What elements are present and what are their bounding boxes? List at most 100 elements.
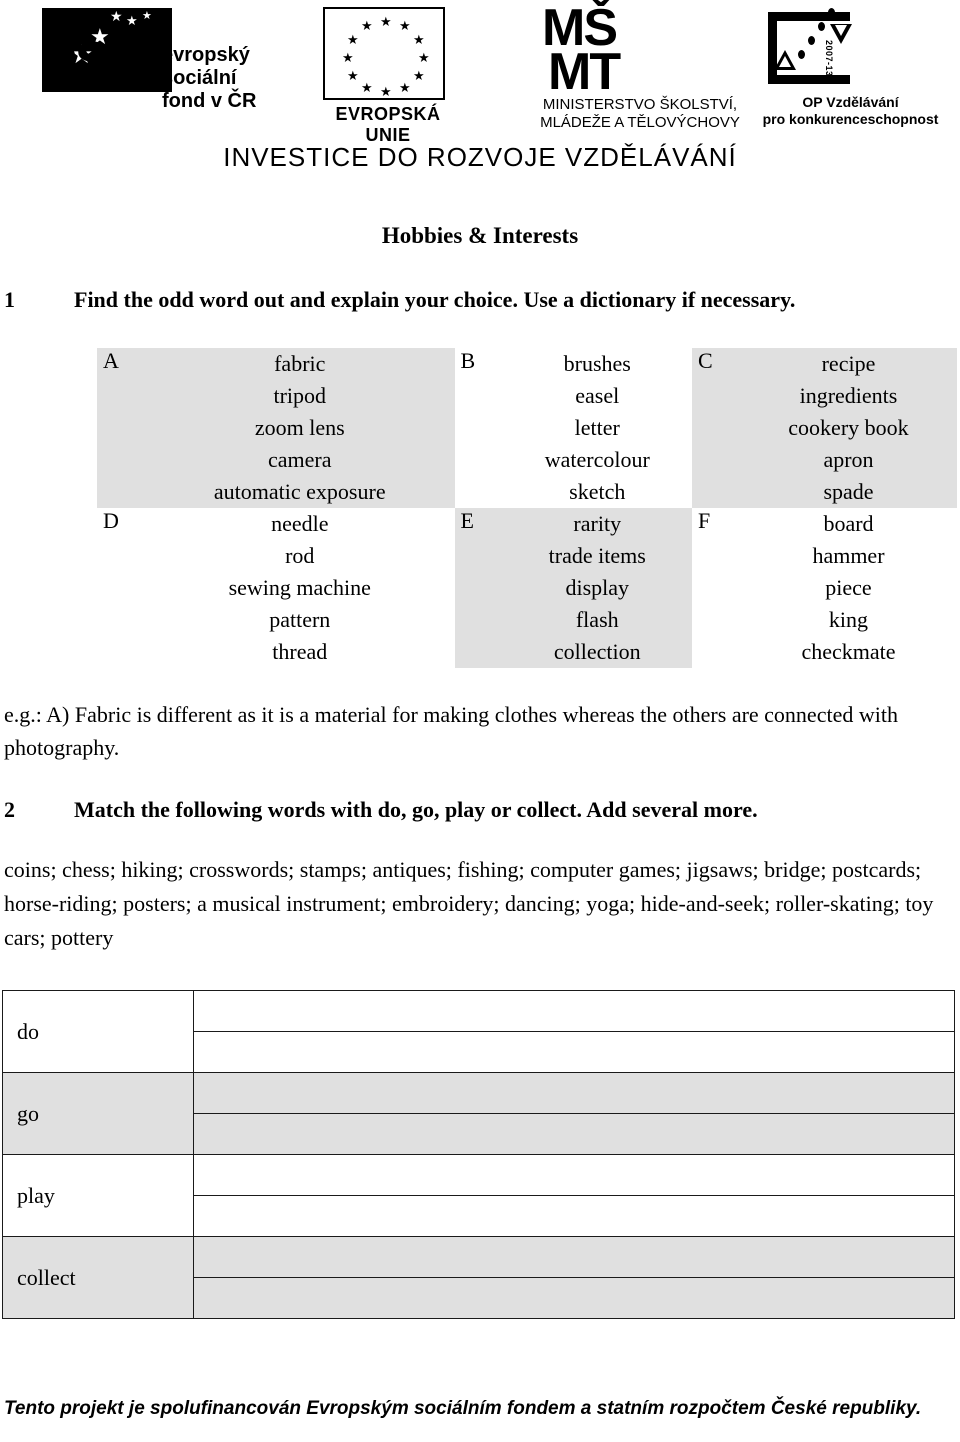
word-item: watercolour	[544, 447, 650, 472]
group-words-f: board hammer piece king checkmate	[740, 508, 957, 668]
exercise-2-word-list: coins; chess; hiking; crosswords; stamps…	[4, 857, 934, 950]
opvk-caption: OP Vzdělávání pro konkurenceschopnost	[762, 94, 939, 127]
word-item: ingredients	[799, 383, 898, 408]
exercise-2-number: 2	[4, 797, 15, 822]
eu-star-icon: ★	[399, 18, 411, 33]
exercise-1-heading: 1 Find the odd word out and explain your …	[4, 287, 956, 313]
word-item: needle	[271, 511, 329, 536]
group-words-a: fabric tripod zoom lens camera automatic…	[145, 348, 455, 508]
word-item: collection	[553, 639, 641, 664]
answer-row-label-do: do	[2, 990, 194, 1073]
word-item: display	[565, 575, 630, 600]
word-item: hammer	[812, 543, 885, 568]
eu-star-icon: ★	[361, 80, 373, 95]
eu-star-icon: ★	[361, 18, 373, 33]
answer-blank-cell[interactable]	[193, 1195, 955, 1237]
answer-blank-cell[interactable]	[193, 1277, 955, 1319]
word-item: spade	[823, 479, 874, 504]
table-row: go	[2, 1072, 955, 1155]
table-row: play	[2, 1154, 955, 1237]
answer-row-label-go: go	[2, 1072, 194, 1155]
header-logo-band: ★ ★ ★ ★ ★ esf evropský sociální fond v Č…	[0, 0, 960, 145]
group-label-a: A	[97, 348, 145, 508]
word-item: rarity	[573, 511, 622, 536]
msmt-monogram-line2: MT	[548, 43, 621, 101]
group-label-f: F	[697, 508, 711, 533]
answer-blank-cell[interactable]	[193, 1236, 955, 1278]
msmt-logo: MŠ MT MINISTERSTVO ŠKOLSTVÍ, MLÁDEŽE A T…	[520, 2, 760, 132]
word-item: piece	[825, 575, 872, 600]
group-words-e: rarity trade items display flash collect…	[502, 508, 692, 668]
word-item: sketch	[569, 479, 626, 504]
opvk-year-label: 2007-13	[824, 40, 834, 77]
eu-star-icon: ★	[399, 80, 411, 95]
group-label-e: E	[454, 508, 503, 668]
word-item: recipe	[821, 351, 876, 376]
table-row: A fabric tripod zoom lens camera automat…	[97, 348, 957, 508]
word-item: flash	[575, 607, 619, 632]
eu-flag-icon: ★ ★ ★ ★ ★ ★ ★ ★ ★ ★ ★ ★	[323, 7, 445, 100]
word-item: automatic exposure	[213, 479, 386, 504]
answer-blank-cell[interactable]	[193, 1031, 955, 1073]
group-words-d: needle rod sewing machine pattern thread	[145, 508, 455, 668]
esf-subtitle: evropský sociální fond v ČR	[162, 44, 257, 112]
eu-star-icon: ★	[347, 68, 359, 83]
word-item: tripod	[273, 383, 327, 408]
group-words-b: brushes easel letter watercolour sketch	[503, 348, 692, 508]
european-union-logo: ★ ★ ★ ★ ★ ★ ★ ★ ★ ★ ★ ★ EVROPSKÁ UNIE	[313, 7, 463, 145]
table-row: collect	[2, 1236, 955, 1319]
eu-star-icon: ★	[347, 32, 359, 47]
word-item: trade items	[548, 543, 646, 568]
eu-star-icon: ★	[418, 50, 430, 65]
answer-blank-cell[interactable]	[193, 1113, 955, 1155]
msmt-monogram: MŠ MT	[542, 2, 621, 101]
eu-star-icon: ★	[342, 50, 354, 65]
answer-blank-cell[interactable]	[193, 1072, 955, 1114]
exercise-2-heading: 2 Match the following words with do, go, …	[4, 797, 956, 823]
word-item: zoom lens	[254, 415, 345, 440]
esf-wordmark: esf	[42, 18, 128, 90]
opvk-dot-icon	[818, 22, 825, 31]
opvk-logo: 2007-13 OP Vzdělávání pro konkurencescho…	[763, 6, 938, 132]
eu-star-icon: ★	[380, 84, 392, 99]
word-item: easel	[575, 383, 620, 408]
opvk-dot-icon	[798, 50, 805, 59]
exercise-2-instruction: Match the following words with do, go, p…	[74, 797, 758, 822]
esf-star-icon: ★	[126, 13, 138, 28]
word-item: cookery book	[788, 415, 909, 440]
opvk-triangle-up-icon	[774, 50, 796, 70]
project-funding-footer: Tento projekt je spolufinancován Evropsk…	[4, 1398, 922, 1419]
exercise-1-number: 1	[4, 287, 15, 312]
word-item: checkmate	[801, 639, 896, 664]
group-label-b: B	[460, 348, 476, 373]
opvk-dot-icon	[808, 36, 815, 45]
eu-star-icon: ★	[413, 32, 425, 47]
word-item: rod	[285, 543, 315, 568]
answer-blank-cell[interactable]	[193, 1154, 955, 1196]
table-row: do	[2, 990, 955, 1073]
word-item: camera	[268, 447, 332, 472]
eu-star-icon: ★	[413, 68, 425, 83]
table-row: D needle rod sewing machine pattern thre…	[97, 508, 957, 668]
word-item: sewing machine	[228, 575, 371, 600]
page-title: Hobbies & Interests	[381, 223, 579, 248]
esf-logo: ★ ★ ★ ★ ★ esf evropský sociální fond v Č…	[42, 8, 312, 126]
word-item: fabric	[274, 351, 326, 376]
word-item: king	[828, 607, 869, 632]
opvk-bracket-icon	[768, 12, 850, 84]
exercise-1-instruction: Find the odd word out and explain your c…	[74, 287, 796, 312]
eu-caption: EVROPSKÁ UNIE	[335, 104, 441, 145]
group-label-c: C	[691, 348, 740, 508]
verb-collocation-answer-table: do go play collect	[2, 990, 955, 1319]
word-item: pattern	[269, 607, 331, 632]
word-item: thread	[272, 639, 328, 664]
word-item: board	[823, 511, 874, 536]
word-item: apron	[823, 447, 874, 472]
eu-star-icon: ★	[380, 14, 392, 29]
investice-slogan: INVESTICE DO ROZVOJE VZDĚLÁVÁNÍ	[223, 142, 737, 172]
opvk-dot-icon	[828, 8, 835, 17]
word-item: brushes	[563, 351, 631, 376]
answer-blank-cell[interactable]	[193, 990, 955, 1032]
answer-row-label-play: play	[2, 1154, 194, 1237]
example-answer-note: e.g.: A) Fabric is different as it is a …	[4, 702, 898, 760]
